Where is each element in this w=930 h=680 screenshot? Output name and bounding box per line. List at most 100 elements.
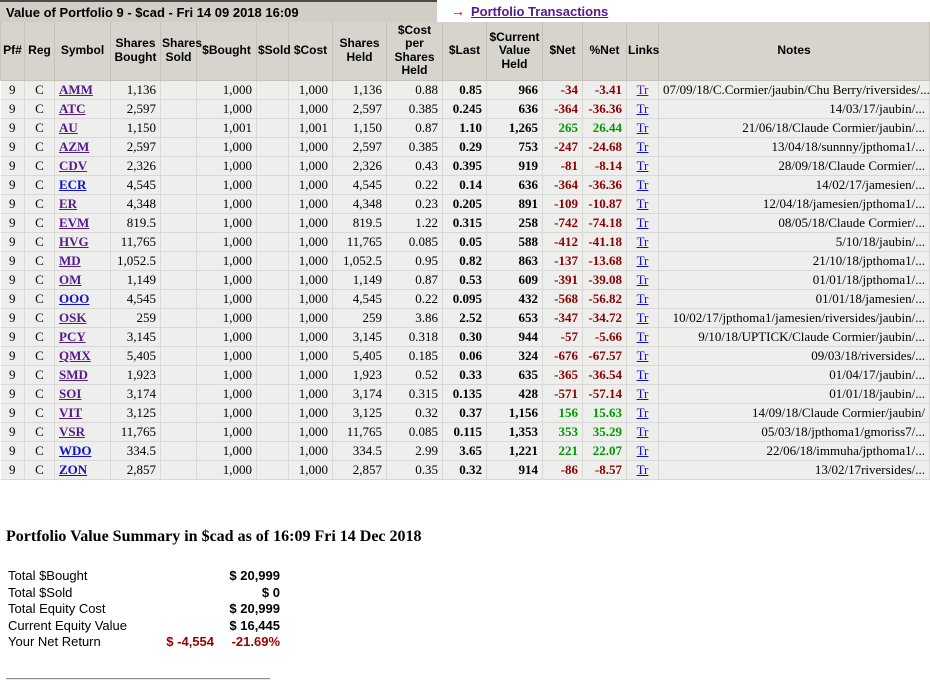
- symbol-link[interactable]: AZM: [59, 139, 89, 154]
- cell-cost_per_share: 1.22: [387, 213, 443, 232]
- tr-link[interactable]: Tr: [637, 424, 649, 439]
- cell-link: Tr: [627, 365, 659, 384]
- symbol-link[interactable]: ATC: [59, 101, 85, 116]
- cell-current_value: 1,265: [487, 118, 543, 137]
- symbol-link[interactable]: OOO: [59, 291, 89, 306]
- cell-pct_net: -74.18: [583, 213, 627, 232]
- table-row: 9CECR4,5451,0001,0004,5450.220.14636-364…: [1, 175, 930, 194]
- symbol-link[interactable]: ER: [59, 196, 77, 211]
- symbol-link[interactable]: WDO: [59, 443, 92, 458]
- cell-bought: 1,000: [197, 346, 257, 365]
- cell-symbol: SMD: [55, 365, 111, 384]
- cell-last: 0.05: [443, 232, 487, 251]
- symbol-link[interactable]: SOI: [59, 386, 81, 401]
- summary-title: Portfolio Value Summary in $cad as of 16…: [6, 528, 930, 546]
- cell-bought: 1,001: [197, 118, 257, 137]
- symbol-link[interactable]: OSK: [59, 310, 86, 325]
- symbol-link[interactable]: SMD: [59, 367, 88, 382]
- cell-net: -412: [543, 232, 583, 251]
- cell-shares_held: 5,405: [333, 346, 387, 365]
- tr-link[interactable]: Tr: [637, 386, 649, 401]
- symbol-link[interactable]: HVG: [59, 234, 89, 249]
- symbol-link[interactable]: ZON: [59, 462, 87, 477]
- cell-net: -365: [543, 365, 583, 384]
- cell-last: 0.82: [443, 251, 487, 270]
- symbol-link[interactable]: AMM: [59, 82, 93, 97]
- cell-reg: C: [25, 441, 55, 460]
- cell-last: 3.65: [443, 441, 487, 460]
- cell-sold: [257, 137, 289, 156]
- symbol-link[interactable]: VSR: [59, 424, 85, 439]
- cell-shares_held: 11,765: [333, 232, 387, 251]
- cell-pct_net: -5.66: [583, 327, 627, 346]
- tr-link[interactable]: Tr: [637, 310, 649, 325]
- tr-link[interactable]: Tr: [637, 462, 649, 477]
- cell-current_value: 891: [487, 194, 543, 213]
- table-row: 9CVIT3,1251,0001,0003,1250.320.371,15615…: [1, 403, 930, 422]
- cell-link: Tr: [627, 118, 659, 137]
- cell-link: Tr: [627, 422, 659, 441]
- tr-link[interactable]: Tr: [637, 329, 649, 344]
- symbol-link[interactable]: OM: [59, 272, 81, 287]
- symbol-link[interactable]: PCY: [59, 329, 86, 344]
- cell-last: 0.14: [443, 175, 487, 194]
- cell-notes: 09/03/18/riversides/...: [659, 346, 930, 365]
- cell-bought: 1,000: [197, 175, 257, 194]
- cell-net: -137: [543, 251, 583, 270]
- tr-link[interactable]: Tr: [637, 215, 649, 230]
- cell-current_value: 1,221: [487, 441, 543, 460]
- symbol-link[interactable]: QMX: [59, 348, 91, 363]
- cell-link: Tr: [627, 251, 659, 270]
- tr-link[interactable]: Tr: [637, 291, 649, 306]
- summary-table: Total $Bought$ 20,999Total $Sold$ 0Total…: [6, 568, 282, 650]
- cell-reg: C: [25, 232, 55, 251]
- cell-pct_net: 35.29: [583, 422, 627, 441]
- tr-link[interactable]: Tr: [637, 272, 649, 287]
- tr-link[interactable]: Tr: [637, 101, 649, 116]
- table-row: 9CQMX5,4051,0001,0005,4050.1850.06324-67…: [1, 346, 930, 365]
- summary-label: Current Equity Value: [6, 617, 158, 633]
- cell-pf: 9: [1, 384, 25, 403]
- symbol-link[interactable]: CDV: [59, 158, 87, 173]
- tr-link[interactable]: Tr: [637, 139, 649, 154]
- cell-pf: 9: [1, 156, 25, 175]
- cell-cost: 1,000: [289, 403, 333, 422]
- tr-link[interactable]: Tr: [637, 196, 649, 211]
- portfolio-transactions-link[interactable]: Portfolio Transactions: [471, 4, 608, 19]
- symbol-link[interactable]: AU: [59, 120, 78, 135]
- cell-pf: 9: [1, 251, 25, 270]
- tr-link[interactable]: Tr: [637, 367, 649, 382]
- tr-link[interactable]: Tr: [637, 405, 649, 420]
- cell-cost_per_share: 0.085: [387, 422, 443, 441]
- cell-reg: C: [25, 422, 55, 441]
- cell-link: Tr: [627, 194, 659, 213]
- tr-link[interactable]: Tr: [637, 234, 649, 249]
- cell-cost_per_share: 0.22: [387, 175, 443, 194]
- column-header-cost_per_share: $Cost per Shares Held: [387, 22, 443, 80]
- tr-link[interactable]: Tr: [637, 253, 649, 268]
- tr-link[interactable]: Tr: [637, 158, 649, 173]
- cell-bought: 1,000: [197, 194, 257, 213]
- cell-shares_bought: 11,765: [111, 232, 161, 251]
- cell-shares_held: 4,348: [333, 194, 387, 213]
- tr-link[interactable]: Tr: [637, 177, 649, 192]
- tr-link[interactable]: Tr: [637, 120, 649, 135]
- cell-last: 0.395: [443, 156, 487, 175]
- symbol-link[interactable]: VIT: [59, 405, 82, 420]
- cell-net: -742: [543, 213, 583, 232]
- cell-shares_bought: 2,597: [111, 137, 161, 156]
- symbol-link[interactable]: EVM: [59, 215, 89, 230]
- table-row: 9CSOI3,1741,0001,0003,1740.3150.135428-5…: [1, 384, 930, 403]
- cell-sold: [257, 460, 289, 479]
- cell-cost: 1,000: [289, 327, 333, 346]
- summary-label: Your Net Return: [6, 633, 158, 649]
- tr-link[interactable]: Tr: [637, 82, 649, 97]
- cell-net: -676: [543, 346, 583, 365]
- tr-link[interactable]: Tr: [637, 348, 649, 363]
- symbol-link[interactable]: MD: [59, 253, 81, 268]
- tr-link[interactable]: Tr: [637, 443, 649, 458]
- summary-row: Total $Sold$ 0: [6, 584, 282, 600]
- symbol-link[interactable]: ECR: [59, 177, 86, 192]
- divider: [6, 678, 270, 680]
- cell-sold: [257, 422, 289, 441]
